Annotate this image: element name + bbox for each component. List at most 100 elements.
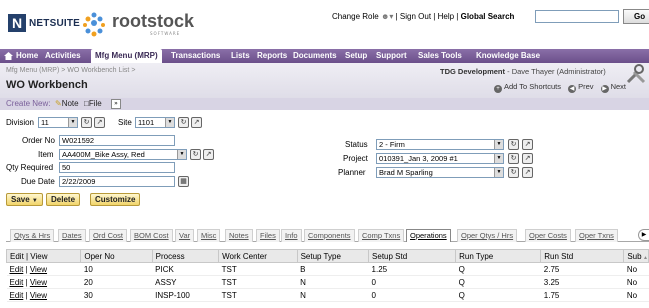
delete-button[interactable]: Delete xyxy=(46,193,81,206)
tab-ord-cost[interactable]: Ord Cost xyxy=(89,229,128,242)
edit-link[interactable]: Edit xyxy=(10,265,24,274)
project-refresh-icon[interactable]: ↻ xyxy=(508,153,519,164)
tab-operations[interactable]: Operations xyxy=(406,229,451,242)
status-label: Status xyxy=(345,140,368,149)
nav-reports[interactable]: Reports xyxy=(257,49,287,63)
item-select[interactable]: AA400M_Bike Assy, Red ▼ xyxy=(59,149,187,160)
calendar-icon[interactable]: ▦ xyxy=(178,176,189,187)
tab-misc[interactable]: Misc xyxy=(197,229,221,242)
col-process[interactable]: Process xyxy=(151,249,220,263)
tab-notes[interactable]: Notes xyxy=(225,229,253,242)
cell-oper-no: 30 xyxy=(80,288,153,302)
page-title: WO Workbench xyxy=(6,79,88,91)
nav-sales-tools[interactable]: Sales Tools xyxy=(418,49,462,63)
table-row: Edit | View 10 PICK TST B 1.25 Q 2.75 No xyxy=(6,262,649,276)
next-arrow-icon[interactable]: ▶ xyxy=(600,85,609,93)
tab-var[interactable]: Var xyxy=(175,229,195,242)
col-oper-no[interactable]: Oper No xyxy=(80,249,153,263)
nav-support[interactable]: Support xyxy=(376,49,407,63)
customize-button[interactable]: Customize xyxy=(90,193,141,206)
go-button[interactable]: Go xyxy=(623,9,649,24)
help-link[interactable]: Help xyxy=(438,12,454,21)
nav-lists[interactable]: Lists xyxy=(231,49,250,63)
col-run-std[interactable]: Run Std xyxy=(540,249,625,263)
site-refresh-icon[interactable]: ↻ xyxy=(178,117,189,128)
nav-activities[interactable]: Activities xyxy=(45,49,81,63)
role-icon[interactable]: ☻▾ xyxy=(381,12,393,21)
chevron-down-icon: ▼ xyxy=(165,118,174,127)
nav-transactions[interactable]: Transactions xyxy=(171,49,220,63)
qty-required-field[interactable]: 50 xyxy=(59,162,175,173)
add-icon[interactable]: + xyxy=(494,85,502,93)
breadcrumb[interactable]: Mfg Menu (MRP) > WO Workbench List > xyxy=(6,67,135,74)
tab-bom-cost[interactable]: BOM Cost xyxy=(130,229,173,242)
rootstock-name: rootstock xyxy=(112,11,195,31)
create-more-button[interactable]: » xyxy=(111,99,121,109)
tab-dates[interactable]: Dates xyxy=(58,229,86,242)
tab-oper-qtys-hrs[interactable]: Oper Qtys / Hrs xyxy=(457,229,518,242)
sign-out-link[interactable]: Sign Out xyxy=(400,12,431,21)
col-work-center[interactable]: Work Center xyxy=(218,249,298,263)
col-sub[interactable]: Sub ▲ xyxy=(623,249,649,263)
table-row: Edit | View 20 ASSY TST N 0 Q 3.25 No xyxy=(6,275,649,289)
rootstock-logo-icon xyxy=(83,12,105,37)
add-to-shortcuts-link[interactable]: Add To Shortcuts xyxy=(504,82,561,91)
view-link[interactable]: View xyxy=(30,278,47,287)
site-edit-icon[interactable]: ↗ xyxy=(191,117,202,128)
cell-process: ASSY xyxy=(152,275,219,289)
nav-knowledge-base[interactable]: Knowledge Base xyxy=(476,49,540,63)
col-edit-view: Edit | View xyxy=(5,249,82,263)
tab-info[interactable]: Info xyxy=(281,229,302,242)
due-date-field[interactable]: 2/22/2009 xyxy=(59,176,175,187)
status-refresh-icon[interactable]: ↻ xyxy=(508,139,519,150)
division-select[interactable]: 11 ▼ xyxy=(38,117,78,128)
status-edit-icon[interactable]: ↗ xyxy=(522,139,533,150)
change-role-link[interactable]: Change Role xyxy=(332,12,379,21)
create-file-link[interactable]: □File xyxy=(84,99,102,108)
home-icon[interactable] xyxy=(4,52,13,60)
cell-process: PICK xyxy=(152,262,219,276)
tab-scroll-right-icon[interactable]: ▶ xyxy=(638,229,649,241)
prev-arrow-icon[interactable]: ◀ xyxy=(568,85,577,93)
tab-oper-costs[interactable]: Oper Costs xyxy=(525,229,571,242)
nav-setup[interactable]: Setup xyxy=(345,49,367,63)
item-edit-icon[interactable]: ↗ xyxy=(203,149,214,160)
tab-comp-txns[interactable]: Comp Txns xyxy=(358,229,405,242)
item-refresh-icon[interactable]: ↻ xyxy=(190,149,201,160)
order-no-field[interactable]: W021592 xyxy=(59,135,175,146)
project-edit-icon[interactable]: ↗ xyxy=(522,153,533,164)
planner-refresh-icon[interactable]: ↻ xyxy=(508,167,519,178)
site-select[interactable]: 1101 ▼ xyxy=(135,117,175,128)
cell-run-std: 1.75 xyxy=(540,288,624,302)
chevron-down-icon[interactable]: ▼ xyxy=(32,198,38,204)
tab-qtys-hrs[interactable]: Qtys & Hrs xyxy=(10,229,55,242)
nav-home[interactable]: Home xyxy=(16,49,38,63)
save-button[interactable]: Save ▼ xyxy=(6,193,43,206)
site-label: Site xyxy=(118,118,132,127)
col-setup-type[interactable]: Setup Type xyxy=(296,249,370,263)
netsuite-logo[interactable]: N xyxy=(8,14,26,32)
global-search-input[interactable] xyxy=(535,10,619,23)
nav-mfg-menu[interactable]: Mfg Menu (MRP) xyxy=(91,49,162,63)
tab-components[interactable]: Components xyxy=(304,229,355,242)
next-link[interactable]: Next xyxy=(611,82,626,91)
nav-documents[interactable]: Documents xyxy=(293,49,337,63)
create-note-link[interactable]: ✎Note xyxy=(55,99,79,108)
division-edit-icon[interactable]: ↗ xyxy=(94,117,105,128)
view-link[interactable]: View xyxy=(30,291,47,300)
planner-edit-icon[interactable]: ↗ xyxy=(522,167,533,178)
tab-files[interactable]: Files xyxy=(256,229,280,242)
planner-select[interactable]: Brad M Sparling ▼ xyxy=(376,167,504,178)
edit-link[interactable]: Edit xyxy=(10,291,24,300)
col-setup-std[interactable]: Setup Std xyxy=(368,249,457,263)
division-refresh-icon[interactable]: ↻ xyxy=(81,117,92,128)
tab-oper-txns[interactable]: Oper Txns xyxy=(575,229,618,242)
status-select[interactable]: 2 - Firm ▼ xyxy=(376,139,504,150)
prev-link[interactable]: Prev xyxy=(578,82,593,91)
view-link[interactable]: View xyxy=(30,265,47,274)
col-run-type[interactable]: Run Type xyxy=(455,249,542,263)
project-select[interactable]: 010391_Jan 3, 2009 #1 ▼ xyxy=(376,153,504,164)
cell-work-center: TST xyxy=(218,262,298,276)
due-date-label: Due Date xyxy=(21,177,55,186)
edit-link[interactable]: Edit xyxy=(10,278,24,287)
